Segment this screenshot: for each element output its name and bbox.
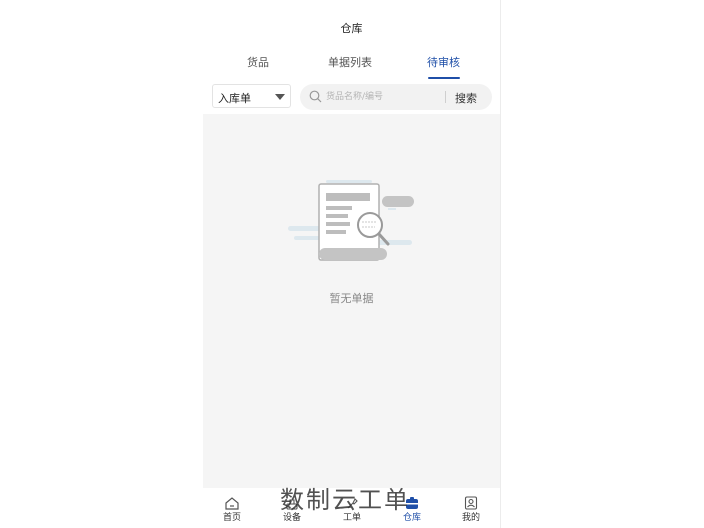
search-divider [445,91,446,103]
tabbar-item-profile[interactable]: 我的 [451,495,491,524]
app-screen: 仓库 货品 单据列表 待审核 入库单 搜索 [203,0,501,528]
search-bar: 搜索 [300,84,492,110]
warehouse-icon [406,497,418,509]
device-icon [286,499,298,510]
active-tab-indicator [428,77,460,79]
tabbar-label-device: 设备 [282,513,301,523]
content-area: 暂无单据 [203,114,500,488]
tabbar-item-home[interactable]: 首页 [212,495,252,524]
bottom-tab-bar: 首页 设备 工单 仓库 我的 [203,488,500,528]
caret-down-icon [275,94,285,100]
search-input[interactable] [326,87,442,107]
doc-type-value: 入库单 [218,92,251,105]
page-title: 仓库 [340,22,363,35]
tabbar-label-profile: 我的 [461,513,480,523]
search-button[interactable]: 搜索 [455,90,477,106]
empty-state-text: 暂无单据 [329,292,374,305]
tab-document-list[interactable]: 单据列表 [328,54,372,70]
tab-bar-top: 货品 单据列表 待审核 [203,54,500,80]
doc-type-select[interactable]: 入库单 [212,84,291,108]
filter-row: 入库单 搜索 [203,84,500,110]
search-icon [309,90,322,103]
tabbar-label-work-order: 工单 [342,513,361,523]
profile-icon [464,496,478,510]
tab-goods[interactable]: 货品 [247,54,269,70]
empty-document-icon [288,180,414,261]
tabbar-label-warehouse: 仓库 [402,513,421,523]
tabbar-item-work-order[interactable]: 工单 [332,495,372,524]
tabbar-item-warehouse[interactable]: 仓库 [392,495,432,524]
tabbar-label-home: 首页 [222,513,241,523]
work-order-icon [347,498,358,509]
tabbar-item-device[interactable]: 设备 [272,495,312,524]
home-icon [225,497,239,510]
tab-pending-review[interactable]: 待审核 [427,54,460,70]
